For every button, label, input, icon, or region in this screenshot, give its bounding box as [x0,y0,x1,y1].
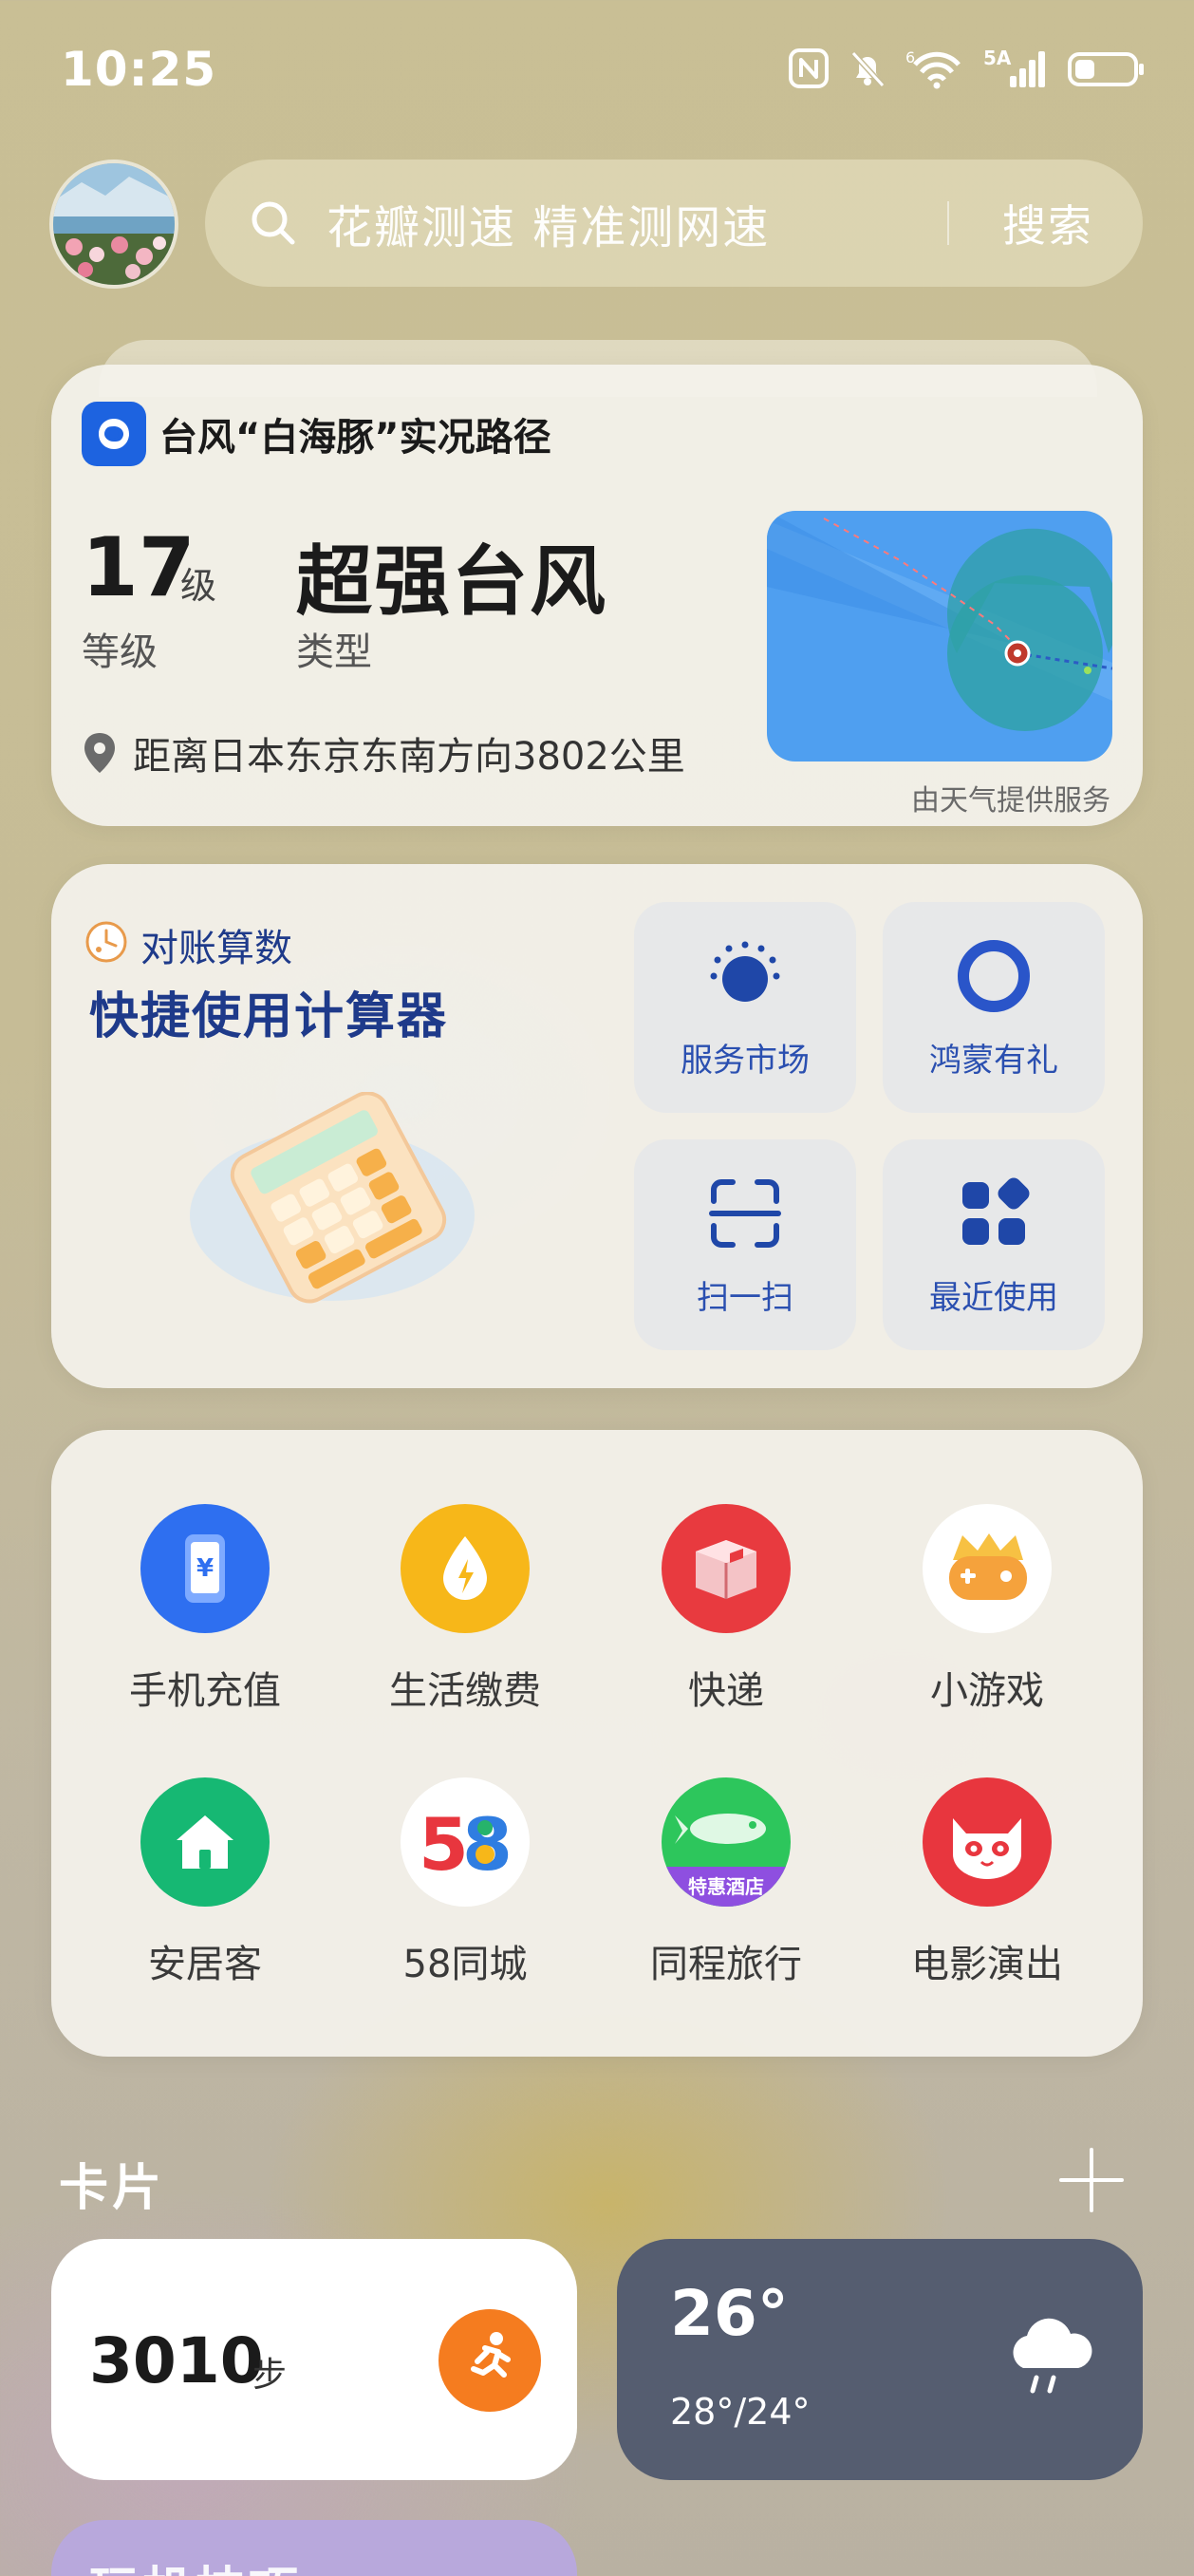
phone-recharge-icon: ¥ [140,1504,270,1633]
app-tongcheng[interactable]: 特惠酒店 同程旅行 [631,1777,821,1988]
status-icons: 6 5A [788,47,1147,89]
calculator-subtitle: 对账算数 [140,927,292,970]
calculator-illustration-icon [190,1092,475,1304]
wifi-6-icon: 6 [905,48,961,89]
mini-game-icon [923,1504,1052,1633]
nfc-icon [789,48,829,88]
typhoon-level-value: 17 [82,520,196,615]
typhoon-level-label: 等级 [82,630,158,674]
harmony-gift-icon [958,939,1030,1012]
scan-icon [709,1178,781,1248]
status-time: 10:25 [61,42,217,97]
svg-text:特惠酒店: 特惠酒店 [688,1875,764,1898]
svg-text:5A: 5A [983,47,1012,69]
avatar[interactable] [49,160,178,289]
app-label: 安居客 [148,1943,262,1986]
app-movie[interactable]: 电影演出 [892,1777,1082,1988]
app-58[interactable]: 5 8 58同城 [370,1777,560,1988]
typhoon-distance: 距离日本东京东南方向3802公里 [133,735,685,779]
typhoon-source: 由天气提供服务 [911,784,1110,818]
typhoon-level-unit: 级 [180,565,217,607]
app-label: 58同城 [402,1943,528,1986]
service-market-icon [710,941,780,1002]
utility-payment-icon [401,1504,530,1633]
steps-value: 3010 [89,2324,264,2397]
svg-text:¥: ¥ [196,1554,214,1583]
58-logo-icon: 5 8 [401,1777,530,1907]
svg-text:6: 6 [905,48,915,66]
tile-scan[interactable]: 扫一扫 [634,1139,856,1350]
tips-card-title: 玩机技巧 [89,2550,302,2576]
calculator-badge-icon [85,921,127,963]
typhoon-logo-icon [82,402,146,466]
app-label: 快递 [688,1669,764,1713]
typhoon-type-label: 类型 [296,630,372,674]
svg-text:8: 8 [462,1802,513,1885]
search-button[interactable]: 搜索 [949,192,1143,254]
weather-temp: 26° [670,2277,789,2350]
rain-cloud-icon [1013,2318,1092,2394]
tile-scan-label: 扫一扫 [697,1278,793,1317]
tile-recent[interactable]: 最近使用 [883,1139,1105,1350]
app-mini-game[interactable]: 小游戏 [892,1504,1082,1715]
typhoon-track-map [767,511,1112,762]
cellular-signal-icon: 5A [983,47,1045,87]
add-card-icon[interactable] [1057,2146,1126,2214]
app-anjuke[interactable]: 安居客 [110,1777,300,1988]
typhoon-type-value: 超强台风 [296,537,607,626]
steps-unit: 步 [252,2356,288,2395]
tile-harmony-gift-label: 鸿蒙有礼 [929,1041,1058,1080]
anjuke-house-icon [140,1777,270,1907]
tile-recent-label: 最近使用 [929,1278,1058,1317]
typhoon-map[interactable] [767,511,1112,762]
search-icon [252,201,295,245]
calculator-title: 快捷使用计算器 [89,988,449,1045]
movie-cat-icon [923,1777,1052,1907]
app-utility-payment[interactable]: 生活缴费 [370,1504,560,1715]
svg-text:5: 5 [419,1802,469,1885]
location-pin-icon [84,733,115,773]
app-label: 手机充值 [129,1669,281,1713]
battery-icon [1068,52,1144,86]
app-phone-recharge[interactable]: ¥ 手机充值 [110,1504,300,1715]
tile-service-market-label: 服务市场 [681,1041,810,1080]
weather-range: 28°/24° [670,2391,811,2433]
tile-service-market[interactable]: 服务市场 [634,902,856,1113]
recent-apps-icon [962,1177,1030,1245]
typhoon-title: 台风“白海豚”实况路径 [159,416,551,460]
express-box-icon [662,1504,791,1633]
mute-bell-icon [850,50,886,88]
avatar-image [53,163,175,285]
running-icon [438,2309,541,2412]
app-express[interactable]: 快递 [631,1504,821,1715]
app-label: 电影演出 [911,1943,1063,1986]
search-input[interactable]: 花瓣测速 精准测网速 [326,190,947,256]
app-label: 生活缴费 [389,1669,541,1713]
tile-harmony-gift[interactable]: 鸿蒙有礼 [883,902,1105,1113]
search-bar[interactable]: 花瓣测速 精准测网速 搜索 [205,160,1143,287]
app-label: 小游戏 [930,1669,1044,1713]
app-label: 同程旅行 [650,1943,802,1986]
tongcheng-icon: 特惠酒店 [662,1777,791,1907]
cards-section-title: 卡片 [59,2160,166,2217]
